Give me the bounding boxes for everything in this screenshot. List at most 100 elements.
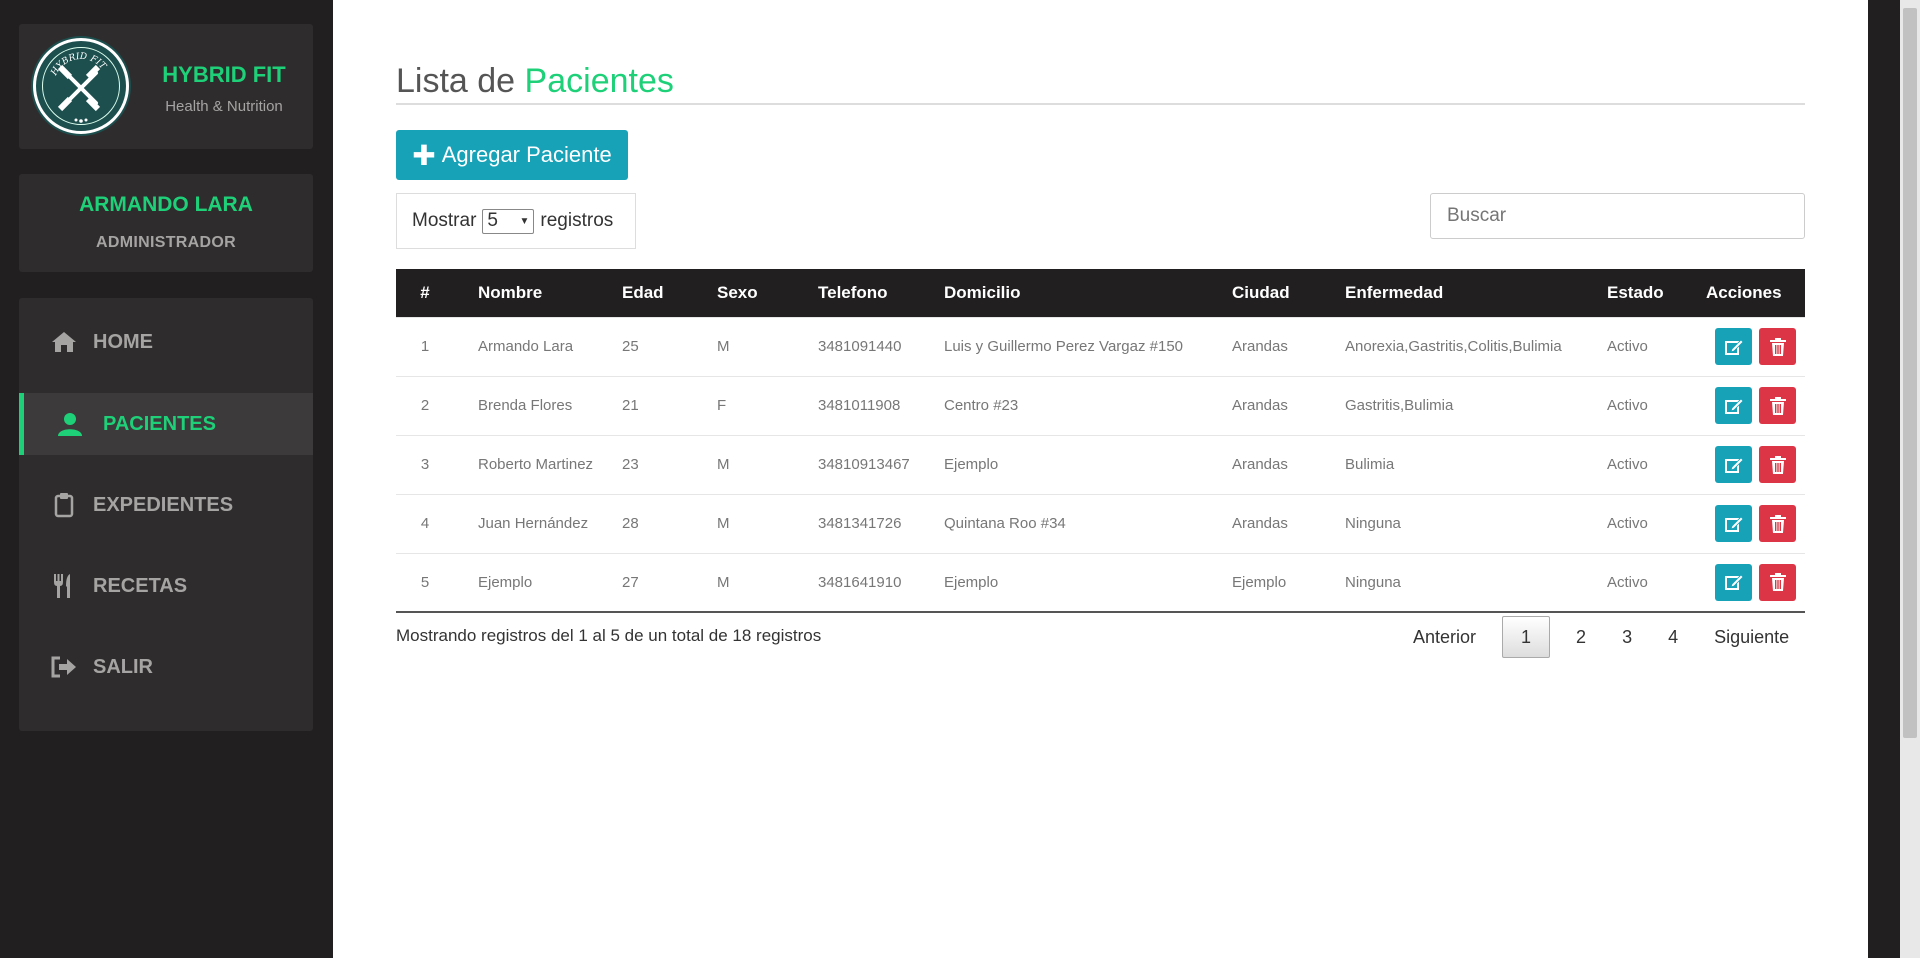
clipboard-icon [49, 490, 79, 520]
edit-icon [1724, 574, 1744, 591]
table-cell: Quintana Roo #34 [920, 493, 1208, 553]
patients-table: # Nombre Edad Sexo Telefono Domicilio Ci… [396, 269, 1805, 613]
table-cell: Ninguna [1321, 493, 1583, 553]
delete-button[interactable] [1759, 387, 1796, 424]
table-cell: 25 [606, 316, 701, 376]
edit-icon [1724, 338, 1744, 355]
dumbbell-icon: HYBRID FIT [49, 52, 108, 123]
row-actions [1706, 434, 1805, 494]
delete-button[interactable] [1759, 446, 1796, 483]
table-cell: Ejemplo [920, 434, 1208, 494]
trash-icon [1769, 337, 1786, 356]
scrollbar-thumb[interactable] [1903, 8, 1917, 738]
title-divider [396, 103, 1805, 105]
column-header[interactable]: Domicilio [920, 269, 1208, 317]
table-cell: 21 [606, 375, 701, 435]
trash-icon [1769, 396, 1786, 415]
pagination-next[interactable]: Siguiente [1696, 616, 1807, 658]
nav-item-pacientes[interactable]: PACIENTES [19, 393, 313, 455]
table-cell: Activo [1583, 375, 1706, 435]
utensils-icon [49, 571, 79, 601]
nav-item-home[interactable]: HOME [19, 311, 313, 373]
page-length-select[interactable]: 5 ▼ [482, 208, 535, 234]
page-length-value: 5 [487, 210, 498, 231]
table-cell: 5 [396, 552, 454, 613]
table-cell: Luis y Guillermo Perez Vargaz #150 [920, 316, 1208, 376]
edit-icon [1724, 397, 1744, 414]
column-header[interactable]: Edad [606, 269, 701, 317]
table-cell: 3481341726 [794, 493, 920, 553]
plus-icon: ✚ [412, 139, 436, 171]
pagination-previous[interactable]: Anterior [1395, 616, 1494, 658]
table-cell: Gastritis,Bulimia [1321, 375, 1583, 435]
table-cell: 34810913467 [794, 434, 920, 494]
column-header[interactable]: Nombre [454, 269, 606, 317]
nav-item-expedientes[interactable]: EXPEDIENTES [19, 474, 313, 536]
table-cell: Ejemplo [454, 552, 606, 613]
search-input[interactable] [1430, 193, 1805, 239]
page-title: Lista de Pacientes [396, 62, 674, 101]
table-cell: M [701, 316, 794, 376]
column-header[interactable]: Enfermedad [1321, 269, 1583, 317]
sidebar-nav: HOME PACIENTES EXPEDIENTES RECETAS SALIR [19, 298, 313, 731]
column-header[interactable]: Ciudad [1208, 269, 1321, 317]
row-actions [1706, 493, 1805, 553]
edit-button[interactable] [1715, 387, 1752, 424]
table-cell: Brenda Flores [454, 375, 606, 435]
trash-icon [1769, 455, 1786, 474]
pagination: Anterior 1 2 3 4 Siguiente [1395, 615, 1807, 659]
table-cell: Ejemplo [1208, 552, 1321, 613]
brand-name: HYBRID FIT [162, 62, 286, 87]
nav-label-home: HOME [93, 330, 153, 353]
edit-button[interactable] [1715, 505, 1752, 542]
table-cell: Ejemplo [920, 552, 1208, 613]
user-icon [55, 409, 85, 439]
column-header[interactable]: Estado [1583, 269, 1706, 317]
table-cell: M [701, 493, 794, 553]
pagination-page-1[interactable]: 1 [1502, 616, 1551, 658]
nav-label-pacientes: PACIENTES [103, 412, 216, 435]
table-row: 3 Roberto Martinez 23 M 34810913467 Ejemplo Ar… [396, 434, 1805, 494]
table-cell: 3 [396, 434, 454, 494]
table-cell: 1 [396, 316, 454, 376]
edit-button[interactable] [1715, 563, 1752, 601]
column-header[interactable]: Sexo [701, 269, 794, 317]
row-actions [1706, 316, 1805, 376]
table-cell: 23 [606, 434, 701, 494]
pagination-page-4[interactable]: 4 [1650, 616, 1696, 658]
table-cell: Armando Lara [454, 316, 606, 376]
table-cell: 3481011908 [794, 375, 920, 435]
table-row: 5 Ejemplo 27 M 3481641910 Ejemplo Ejemplo Ningu… [396, 552, 1805, 613]
delete-button[interactable] [1759, 328, 1796, 365]
edit-button[interactable] [1715, 328, 1752, 365]
table-cell: 3481091440 [794, 316, 920, 376]
column-header[interactable]: # [396, 269, 454, 317]
length-suffix: registros [540, 210, 614, 231]
logo-text: HYBRID FIT [49, 52, 108, 79]
pagination-page-2[interactable]: 2 [1558, 616, 1604, 658]
page-title-accent: Pacientes [524, 62, 674, 100]
table-info: Mostrando registros del 1 al 5 de un tot… [396, 626, 822, 645]
table-row: 4 Juan Hernández 28 M 3481341726 Quintana Roo… [396, 493, 1805, 553]
brand-subtitle: Health & Nutrition [165, 98, 283, 115]
table-cell: Arandas [1208, 493, 1321, 553]
delete-button[interactable] [1759, 563, 1796, 601]
nav-item-recetas[interactable]: RECETAS [19, 555, 313, 617]
table-cell: Activo [1583, 493, 1706, 553]
pagination-page-3[interactable]: 3 [1604, 616, 1650, 658]
row-actions [1706, 375, 1805, 435]
edit-button[interactable] [1715, 446, 1752, 483]
table-cell: 2 [396, 375, 454, 435]
nav-item-salir[interactable]: SALIR [19, 636, 313, 698]
page-length-control: Mostrar 5 ▼ registros [396, 193, 636, 249]
add-patient-button[interactable]: ✚ Agregar Paciente [396, 130, 628, 180]
user-name: ARMANDO LARA [79, 193, 253, 216]
column-header[interactable]: Telefono [794, 269, 920, 317]
page-title-prefix: Lista de [396, 62, 516, 100]
delete-button[interactable] [1759, 505, 1796, 542]
table-cell: Juan Hernández [454, 493, 606, 553]
caret-down-icon: ▼ [519, 215, 530, 227]
table-cell: Activo [1583, 316, 1706, 376]
table-header-row: # Nombre Edad Sexo Telefono Domicilio Ci… [396, 269, 1805, 317]
edit-icon [1724, 456, 1744, 473]
